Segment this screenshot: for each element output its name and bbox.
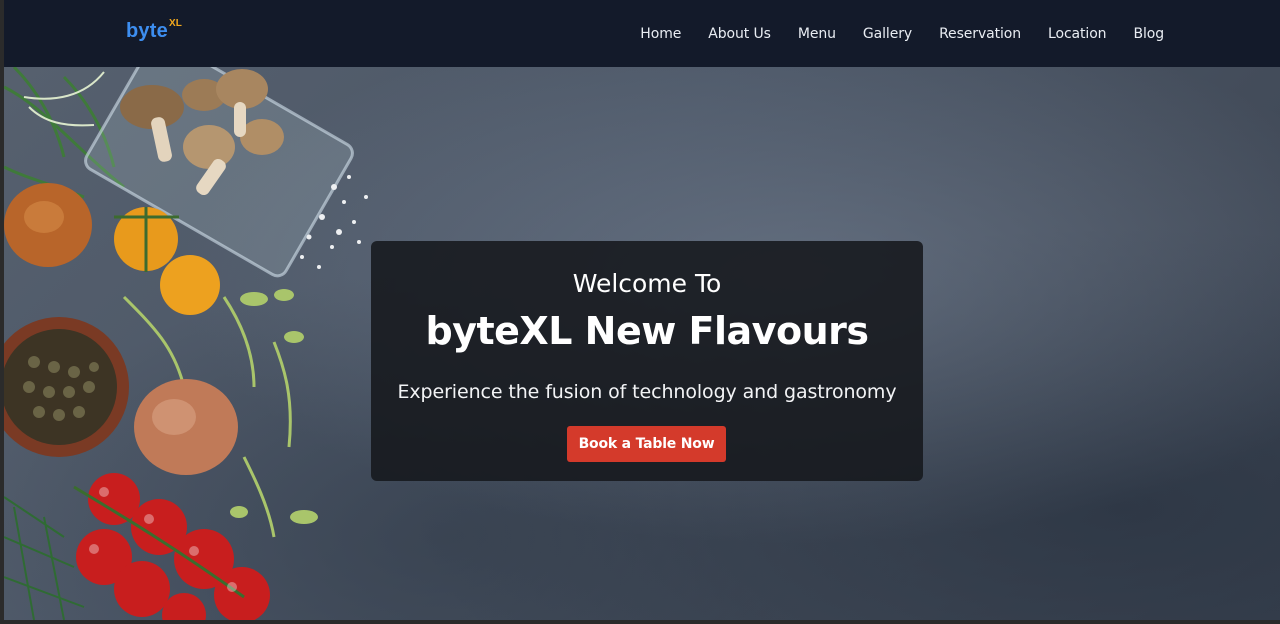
nav-link-gallery[interactable]: Gallery xyxy=(863,26,912,42)
navbar: byteXL Home About Us Menu Gallery Reserv… xyxy=(0,0,1280,67)
nav-link-location[interactable]: Location xyxy=(1048,26,1107,42)
brand-superscript: XL xyxy=(168,18,183,30)
brand-logo[interactable]: byteXL xyxy=(126,18,183,43)
welcome-card: Welcome To byteXL New Flavours Experienc… xyxy=(371,241,923,481)
window-bottom-edge xyxy=(0,620,1280,624)
hero-title: byteXL New Flavours xyxy=(425,309,869,353)
hero-food-image xyxy=(4,67,368,620)
nav-link-menu[interactable]: Menu xyxy=(798,26,836,42)
nav-link-home[interactable]: Home xyxy=(640,26,681,42)
welcome-text: Welcome To xyxy=(572,269,722,298)
book-table-button[interactable]: Book a Table Now xyxy=(567,426,726,462)
dill xyxy=(4,496,85,620)
nav-link-reservation[interactable]: Reservation xyxy=(939,26,1021,42)
nav-link-blog[interactable]: Blog xyxy=(1133,26,1164,42)
hero-section: Welcome To byteXL New Flavours Experienc… xyxy=(0,67,1280,620)
nav-link-about-us[interactable]: About Us xyxy=(708,26,771,42)
brand-name: byte xyxy=(126,20,168,42)
hero-subtitle: Experience the fusion of technology and … xyxy=(397,381,897,403)
main-nav: Home About Us Menu Gallery Reservation L… xyxy=(640,0,1164,67)
